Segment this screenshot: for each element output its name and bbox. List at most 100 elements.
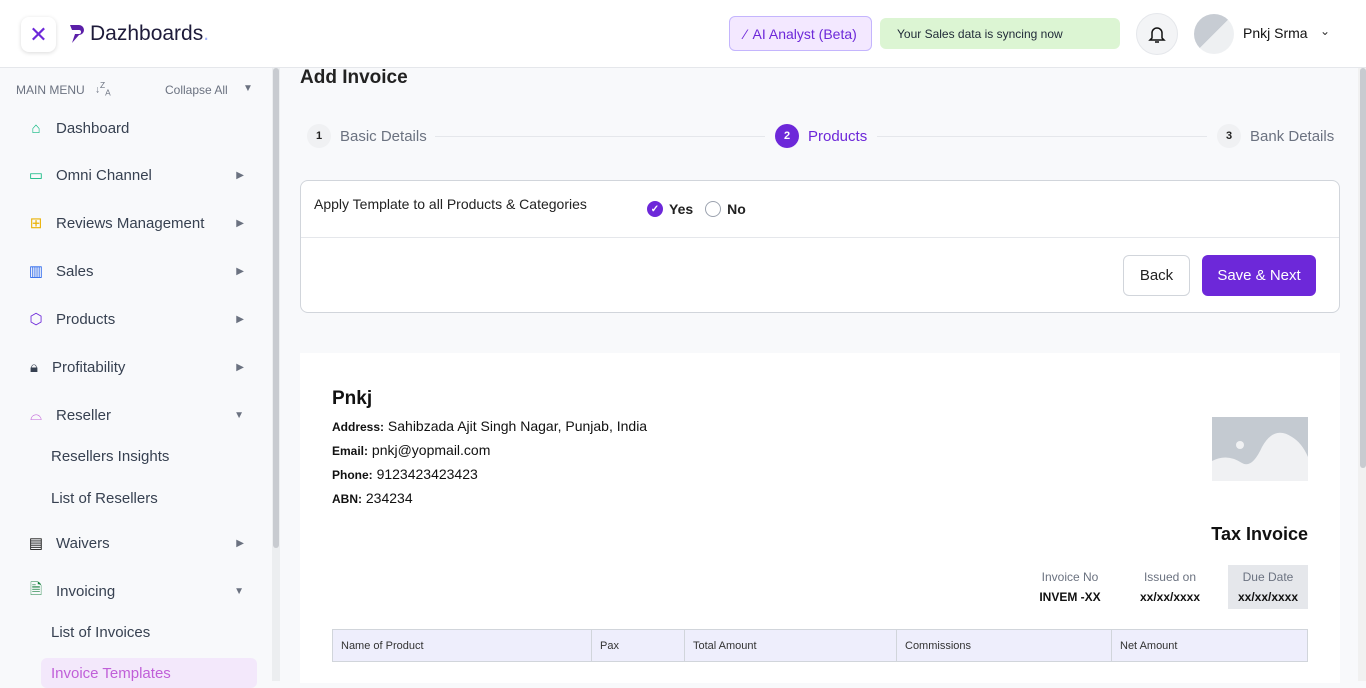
column-header: Net Amount <box>1120 640 1178 652</box>
invoice-number: Invoice No INVEM -XX <box>1039 570 1101 604</box>
company-email: Email: pnkj@yopmail.com <box>332 442 491 458</box>
brand-name: Dazhboards <box>90 22 204 45</box>
step-bank-details[interactable]: 3 Bank Details <box>1217 124 1334 148</box>
invoice-dollar-icon: 🗎︎ <box>29 580 43 598</box>
sidebar-item-label: Products <box>56 310 116 328</box>
step-label: Basic Details <box>340 127 427 145</box>
box-icon: ⬡ <box>29 311 43 328</box>
main-scrollbar-thumb[interactable] <box>1360 68 1366 468</box>
message-plus-icon: ⊞ <box>29 215 43 232</box>
top-header: ✕ Dazhboards. ⁄ AI Analyst (Beta) Your Sa… <box>0 0 1366 68</box>
sidebar-item-sales[interactable]: ▥ Sales ▶ <box>24 256 254 286</box>
sidebar-subitem-list-of-resellers[interactable]: List of Resellers <box>51 490 158 507</box>
close-menu-button[interactable]: ✕ <box>21 17 56 52</box>
caret-right-icon: ▶ <box>236 169 244 181</box>
company-address: Address: Sahibzada Ajit Singh Nagar, Pun… <box>332 418 648 434</box>
sidebar-item-invoicing[interactable]: 🗎︎ Invoicing ▼ <box>24 576 254 606</box>
step-number: 1 <box>307 124 331 148</box>
close-icon: ✕ <box>29 21 48 47</box>
step-basic-details[interactable]: 1 Basic Details <box>307 124 427 148</box>
sidebar-item-dashboard[interactable]: ⌂ Dashboard <box>24 113 254 143</box>
logo-placeholder-image-icon <box>1212 417 1308 481</box>
step-products[interactable]: 2 Products <box>775 124 867 148</box>
column-header: Total Amount <box>685 630 897 661</box>
column-header: Pax <box>592 630 685 661</box>
sidebar-item-label: Profitability <box>52 358 126 376</box>
page-title: Add Invoice <box>300 67 408 88</box>
sidebar-item-reviews-management[interactable]: ⊞ Reviews Management ▶ <box>24 208 254 238</box>
inbox-icon: ⌓ <box>30 406 42 424</box>
step-connector <box>435 136 765 137</box>
radio-no-label[interactable]: No <box>727 201 746 217</box>
step-number: 3 <box>1217 124 1241 148</box>
caret-right-icon: ▶ <box>236 537 244 549</box>
apply-template-radio-group: ✓ Yes No <box>647 201 746 217</box>
company-abn: ABN: 234234 <box>332 490 413 506</box>
sidebar-item-label: Omni Channel <box>56 166 152 184</box>
avatar[interactable] <box>1194 14 1234 54</box>
caret-right-icon: ▶ <box>236 265 244 277</box>
sidebar-subitem-resellers-insights[interactable]: Resellers Insights <box>51 448 169 465</box>
brand-logo[interactable]: Dazhboards. <box>68 22 209 46</box>
chevron-down-icon[interactable]: ⌄ <box>1320 24 1330 38</box>
column-header: Commissions <box>897 630 1112 661</box>
sidebar-subitem-invoice-templates[interactable]: Invoice Templates <box>41 658 257 688</box>
radio-no[interactable] <box>705 201 722 217</box>
save-next-button[interactable]: Save & Next <box>1202 255 1316 296</box>
column-header: Name of Product <box>333 630 592 661</box>
tax-invoice-title: Tax Invoice <box>1211 524 1308 544</box>
sidebar-item-label: Waivers <box>56 534 110 552</box>
caret-down-icon: ▼ <box>234 585 244 597</box>
sidebar-item-waivers[interactable]: ▤ Waivers ▶ <box>24 528 254 558</box>
sidebar-scrollbar-thumb[interactable] <box>273 68 279 548</box>
ai-analyst-label: AI Analyst (Beta) <box>752 25 857 42</box>
apply-template-label: Apply Template to all Products & Categor… <box>314 196 587 212</box>
main-menu-label: MAIN MENU <box>16 83 85 97</box>
caret-right-icon: ▶ <box>236 361 244 373</box>
divider <box>301 237 1339 238</box>
step-number: 2 <box>775 124 799 148</box>
sidebar-subitem-list-of-invoices[interactable]: List of Invoices <box>51 624 150 641</box>
step-label: Bank Details <box>1250 127 1335 145</box>
sort-za-icon[interactable]: ↓ZA <box>95 80 111 97</box>
company-phone: Phone: 9123423423423 <box>332 466 478 482</box>
bell-icon <box>1148 27 1166 43</box>
company-name: Pnkj <box>332 388 373 409</box>
sidebar-item-label: Invoicing <box>56 582 116 600</box>
sync-status-banner: Your Sales data is syncing now <box>880 18 1120 49</box>
sidebar-item-products[interactable]: ⬡ Products ▶ <box>24 304 254 334</box>
step-label: Products <box>808 127 868 145</box>
sidebar-item-reseller[interactable]: ⌓ Reseller ▼ <box>24 400 254 430</box>
radio-yes[interactable]: ✓ <box>647 201 663 217</box>
caret-down-icon: ▼ <box>234 409 244 421</box>
due-date: Due Date xx/xx/xxxx <box>1228 565 1308 609</box>
sidebar-item-omni-channel[interactable]: ▭ Omni Channel ▶ <box>24 160 254 190</box>
sidebar-item-label: Dashboard <box>56 119 130 137</box>
home-icon: ⌂ <box>31 119 41 137</box>
user-name[interactable]: Pnkj Srma <box>1243 25 1308 41</box>
magic-wand-icon: ⁄ <box>744 25 747 42</box>
lock-icon: 🔒︎ <box>30 358 38 376</box>
sidebar-item-label: Reviews Management <box>56 214 205 232</box>
template-options-card: Apply Template to all Products & Categor… <box>300 180 1340 313</box>
invoice-preview: Pnkj Address: Sahibzada Ajit Singh Nagar… <box>300 353 1340 683</box>
brand-dot: . <box>203 22 210 45</box>
document-icon: ▤ <box>28 535 44 552</box>
notifications-button[interactable] <box>1136 13 1178 55</box>
products-table-header: Name of Product Pax Total Amount Commiss… <box>332 629 1308 662</box>
logo-icon <box>70 25 84 43</box>
caret-right-icon: ▶ <box>236 313 244 325</box>
collapse-all-button[interactable]: Collapse All <box>165 83 228 97</box>
sidebar-item-label: Reseller <box>56 406 112 424</box>
back-button[interactable]: Back <box>1123 255 1190 296</box>
caret-right-icon: ▶ <box>236 217 244 229</box>
radio-yes-label[interactable]: Yes <box>669 201 693 217</box>
caret-down-icon[interactable]: ▼ <box>243 83 253 94</box>
tv-icon: ▭ <box>28 167 44 184</box>
issued-on: Issued on xx/xx/xxxx <box>1139 570 1201 604</box>
ai-analyst-button[interactable]: ⁄ AI Analyst (Beta) <box>729 16 872 51</box>
sidebar-item-label: Sales <box>56 262 94 280</box>
sidebar-item-profitability[interactable]: 🔒︎ Profitability ▶ <box>24 352 254 382</box>
step-connector <box>877 136 1207 137</box>
bar-chart-icon: ▥ <box>28 263 44 280</box>
